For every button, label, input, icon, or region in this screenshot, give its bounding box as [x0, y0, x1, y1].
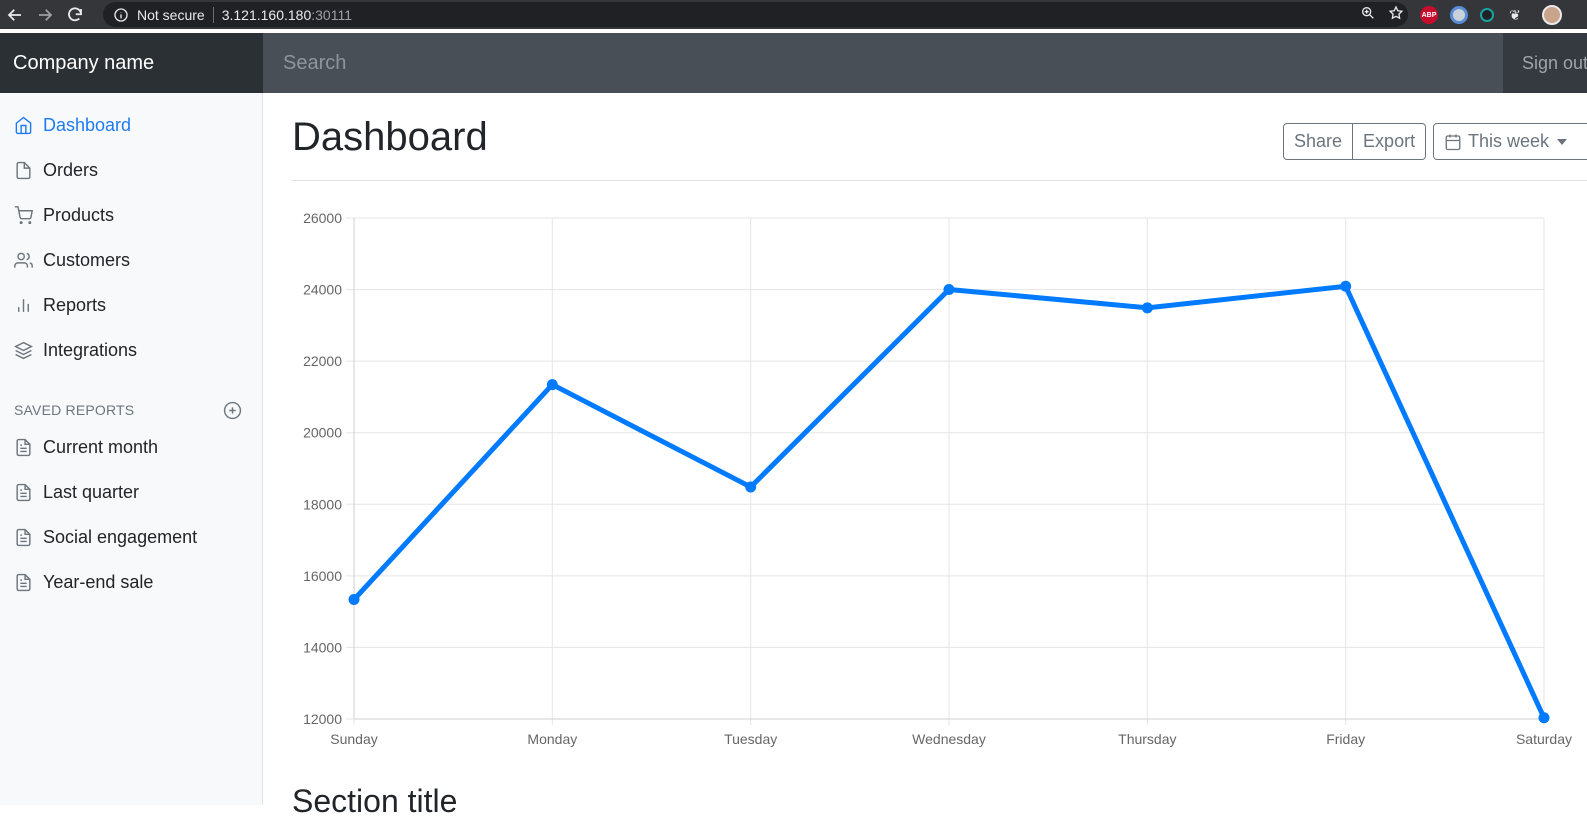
- saved-report-last-quarter[interactable]: Last quarter: [0, 470, 262, 515]
- period-dropdown[interactable]: This week: [1433, 123, 1587, 160]
- file-text-icon: [16, 483, 31, 502]
- x-tick-label: Sunday: [330, 731, 377, 747]
- saved-report-label: Last quarter: [43, 482, 140, 502]
- data-point: [943, 283, 955, 295]
- forward-button[interactable]: [30, 0, 60, 29]
- security-label: Not secure: [137, 6, 205, 23]
- y-tick-label: 14000: [303, 639, 342, 655]
- file-text-icon: [16, 438, 31, 457]
- info-icon: [114, 7, 128, 22]
- saved-report-current-month[interactable]: Current month: [0, 425, 262, 470]
- brand-name[interactable]: Company name: [0, 33, 263, 93]
- saved-reports-list: Current month Last quarter Social engage…: [0, 425, 262, 605]
- sidebar-item-label: Customers: [43, 250, 131, 270]
- x-tick-label: Saturday: [1516, 731, 1572, 747]
- y-tick-label: 16000: [303, 568, 342, 584]
- users-icon: [14, 252, 33, 268]
- share-button[interactable]: Share: [1283, 123, 1354, 160]
- y-tick-label: 22000: [303, 353, 342, 369]
- shopping-cart-icon: [14, 206, 33, 225]
- saved-report-label: Social engagement: [43, 527, 198, 547]
- sidebar-item-label: Dashboard: [43, 115, 132, 135]
- home-icon: [15, 116, 32, 135]
- sidebar-item-integrations[interactable]: Integrations: [0, 328, 262, 373]
- x-tick-label: Wednesday: [912, 731, 986, 747]
- page-title: Dashboard: [292, 115, 488, 159]
- y-tick-label: 24000: [303, 282, 342, 298]
- y-tick-label: 26000: [303, 210, 342, 226]
- x-tick-label: Monday: [527, 731, 577, 747]
- arrow-right-icon: [39, 8, 53, 21]
- sidebar-item-orders[interactable]: Orders: [0, 148, 262, 193]
- sign-out-link[interactable]: Sign out: [1503, 33, 1587, 93]
- data-point: [348, 594, 360, 606]
- star-icon[interactable]: [1388, 5, 1404, 21]
- extension-icon[interactable]: ❦: [1506, 6, 1524, 24]
- arrow-left-icon: [7, 8, 21, 21]
- y-tick-label: 20000: [303, 425, 342, 441]
- adblock-extension-icon[interactable]: ABP: [1420, 6, 1438, 24]
- saved-reports-heading: Saved reports: [0, 400, 262, 420]
- main-content: Dashboard Share Export This week 12000 14…: [263, 93, 1587, 819]
- title-divider: [292, 180, 1587, 181]
- browser-toolbar: Not secure 3.121.160.180 :30111 ABP ❦: [0, 0, 1587, 29]
- address-bar[interactable]: Not secure 3.121.160.180 :30111: [103, 2, 1408, 27]
- sidebar-item-reports[interactable]: Reports: [0, 283, 262, 328]
- reload-icon: [68, 6, 82, 21]
- file-icon: [16, 161, 31, 180]
- url-host: 3.121.160.180: [221, 6, 312, 23]
- share-export-group: Share Export: [1283, 123, 1427, 160]
- profile-avatar[interactable]: [1542, 5, 1562, 25]
- period-label: This week: [1468, 131, 1550, 151]
- data-point: [745, 481, 757, 493]
- sidebar-item-label: Products: [43, 205, 115, 225]
- x-tick-label: Friday: [1326, 731, 1365, 747]
- plus-circle-icon[interactable]: [223, 401, 242, 420]
- data-point: [1141, 302, 1153, 314]
- data-point: [1538, 712, 1550, 724]
- layers-icon: [14, 341, 33, 360]
- reload-button[interactable]: [60, 0, 90, 29]
- saved-report-label: Current month: [43, 437, 159, 457]
- calendar-icon: [1445, 134, 1461, 150]
- y-tick-label: 18000: [303, 496, 342, 512]
- sidebar-item-dashboard[interactable]: Dashboard: [0, 103, 262, 148]
- data-point: [1340, 280, 1352, 292]
- y-tick-label: 12000: [303, 711, 342, 727]
- file-text-icon: [16, 573, 31, 592]
- section-title: Section title: [292, 783, 458, 819]
- extension-icon[interactable]: [1480, 8, 1494, 22]
- saved-report-social-engagement[interactable]: Social engagement: [0, 515, 262, 560]
- sidebar-item-label: Orders: [43, 160, 99, 180]
- saved-reports-title: Saved reports: [14, 402, 135, 418]
- zoom-icon[interactable]: [1360, 5, 1376, 21]
- x-tick-label: Tuesday: [724, 731, 777, 747]
- back-button[interactable]: [0, 0, 30, 29]
- search-input[interactable]: [263, 33, 1503, 93]
- saved-report-year-end-sale[interactable]: Year-end sale: [0, 560, 262, 605]
- x-tick-label: Thursday: [1118, 731, 1176, 747]
- chevron-down-icon: [1557, 138, 1568, 145]
- data-point: [546, 379, 558, 391]
- sidebar-item-label: Reports: [43, 295, 107, 315]
- weekly-line-chart: 12000 14000 16000 18000 20000 22000 24000 26000…: [303, 210, 1572, 747]
- bar-chart-icon: [18, 299, 29, 312]
- extension-icon[interactable]: [1450, 6, 1468, 24]
- address-separator: [212, 6, 214, 23]
- sidebar: Dashboard Orders Products Customers Repo…: [0, 93, 263, 805]
- file-text-icon: [16, 528, 31, 547]
- sidebar-item-customers[interactable]: Customers: [0, 238, 262, 283]
- saved-report-label: Year-end sale: [43, 572, 154, 592]
- sidebar-item-label: Integrations: [43, 340, 138, 360]
- export-button[interactable]: Export: [1353, 123, 1427, 160]
- app-navbar: Company name Sign out: [0, 33, 1587, 93]
- sidebar-item-products[interactable]: Products: [0, 193, 262, 238]
- url-port: :30111: [311, 6, 352, 23]
- sidebar-nav: Dashboard Orders Products Customers Repo…: [0, 93, 262, 373]
